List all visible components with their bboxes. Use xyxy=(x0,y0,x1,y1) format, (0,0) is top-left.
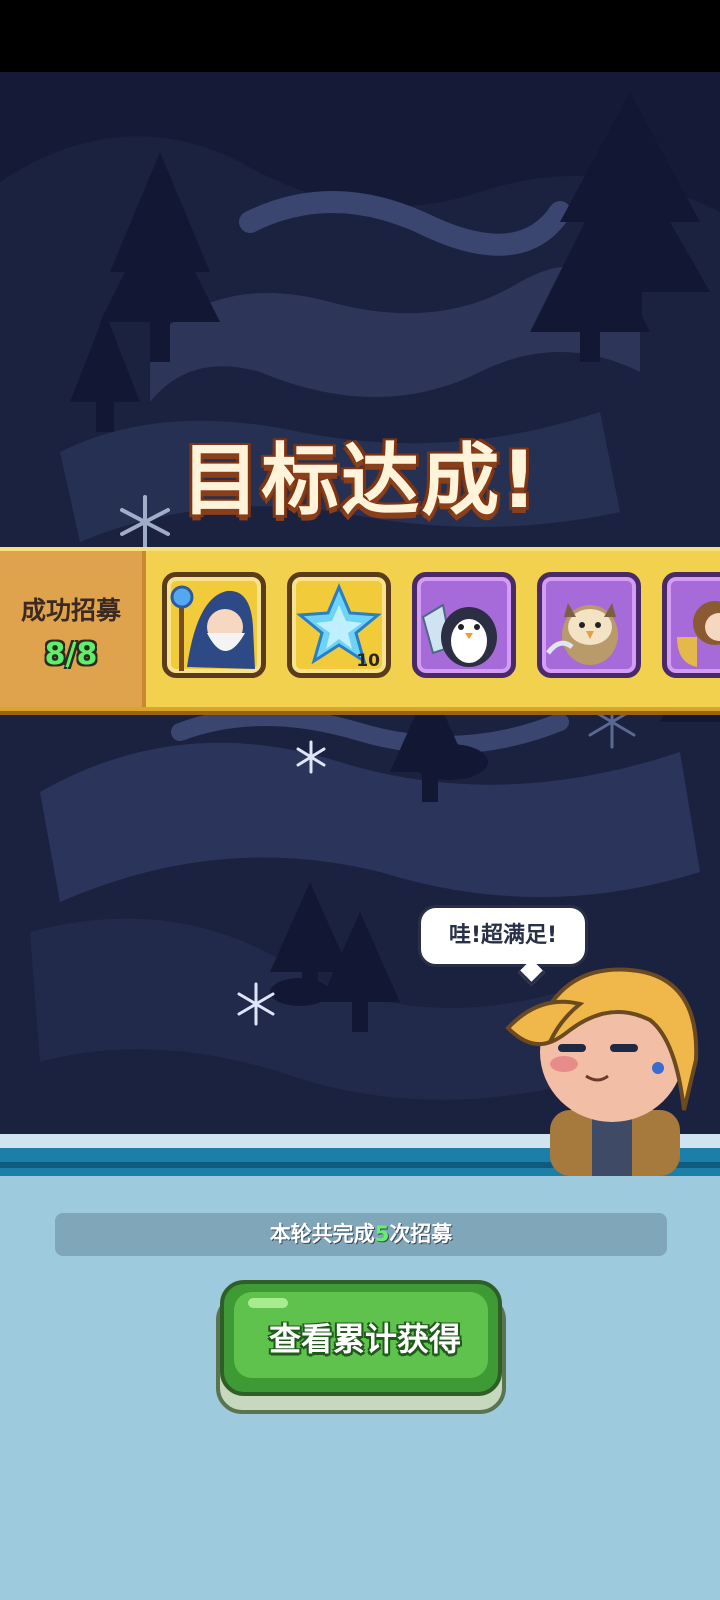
summary-suffix: 次招募 xyxy=(389,1222,453,1246)
reward-card-bard[interactable] xyxy=(662,572,720,678)
goal-achieved-title: 目标达成! xyxy=(181,436,539,526)
button-shine xyxy=(248,1298,288,1308)
recruit-count: 8/8 xyxy=(44,637,98,672)
view-cumulative-button[interactable]: 查看累计获得 xyxy=(216,1280,506,1414)
bard-icon xyxy=(677,601,720,667)
reward-card-wizard[interactable] xyxy=(162,572,266,678)
penguin-knight-icon xyxy=(421,603,497,667)
recruit-summary-text: 本轮共完成5次招募 xyxy=(55,1213,667,1256)
game-screen: 目标达成! 成功招募 8/8 10 哇!超满足! 本轮共完成5次招募 查看累计获… xyxy=(0,0,720,1600)
reward-card-ice-crystal[interactable]: 10 xyxy=(287,572,391,678)
recruit-summary: 成功招募 8/8 xyxy=(0,551,146,707)
recruit-label: 成功招募 xyxy=(20,596,121,625)
reward-card-penguin-knight[interactable] xyxy=(412,572,516,678)
owl-warrior-icon xyxy=(546,603,618,665)
speech-bubble: 哇!超满足! xyxy=(418,905,588,967)
blonde-hero-character-icon xyxy=(505,967,699,1176)
summary-prefix: 本轮共完成 xyxy=(269,1222,375,1246)
reward-card-owl-warrior[interactable] xyxy=(537,572,641,678)
status-bar xyxy=(0,0,720,72)
wizard-icon xyxy=(170,585,255,671)
summary-number: 5 xyxy=(374,1222,390,1246)
button-label: 查看累计获得 xyxy=(268,1320,461,1358)
recruit-banner: 成功招募 8/8 10 xyxy=(0,547,720,711)
button-face: 查看累计获得 xyxy=(220,1280,502,1396)
reward-count: 10 xyxy=(356,651,380,671)
